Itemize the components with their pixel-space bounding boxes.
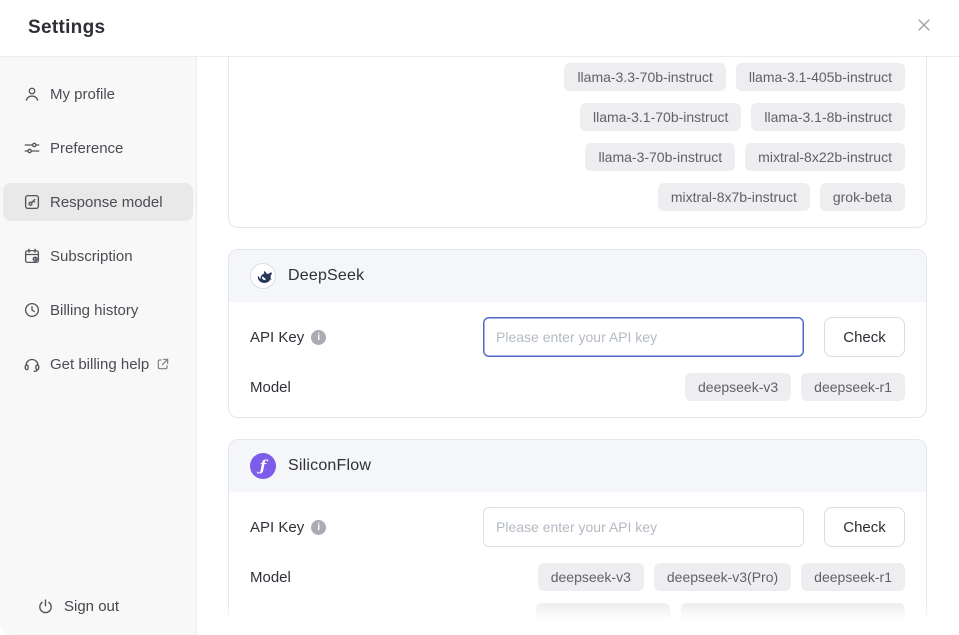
sliders-icon (22, 139, 41, 158)
model-chip[interactable]: mixtral-8x7b-instruct (658, 183, 810, 211)
model-chip[interactable]: deepseek-v3 (685, 373, 791, 401)
sidebar-item-label: Response model (50, 194, 163, 211)
sidebar-item-subscription[interactable]: Subscription (3, 237, 193, 275)
dialog-header: Settings (0, 0, 959, 57)
model-row: Model deepseek-v3 deepseek-r1 (250, 372, 905, 402)
model-chip[interactable]: deepseek-r1 (801, 563, 905, 591)
model-label: Model (250, 379, 483, 396)
external-link-icon (156, 357, 170, 371)
model-chip[interactable]: llama-3.1-405b-instruct (736, 63, 905, 91)
sidebar-item-label: Get billing help (50, 356, 149, 373)
provider-card-clipped: llama-3.3-70b-instruct llama-3.1-405b-in… (228, 57, 927, 228)
model-chip-partial[interactable] (536, 603, 670, 631)
api-key-label: API Key i (250, 519, 483, 536)
close-icon[interactable] (913, 14, 935, 36)
deepseek-logo-icon (250, 263, 276, 289)
sidebar-item-my-profile[interactable]: My profile (3, 75, 193, 113)
provider-header: DeepSeek (229, 250, 926, 302)
model-chip-row: deepseek-v3 deepseek-r1 (483, 373, 905, 401)
sidebar-item-response-model[interactable]: Response model (3, 183, 193, 221)
provider-header: ƒ SiliconFlow (229, 440, 926, 492)
model-chip[interactable]: deepseek-v3(Pro) (654, 563, 791, 591)
model-chip[interactable]: llama-3.1-70b-instruct (580, 103, 741, 131)
model-chip[interactable]: mixtral-8x22b-instruct (745, 143, 905, 171)
sidebar-item-label: Billing history (50, 302, 138, 319)
model-chip[interactable]: llama-3.3-70b-instruct (564, 63, 725, 91)
model-chip-row-partial (250, 603, 905, 631)
model-chip-row: mixtral-8x7b-instruct grok-beta (250, 183, 905, 211)
clock-icon (22, 301, 41, 320)
api-key-row: API Key i Check (250, 507, 905, 547)
calendar-icon (22, 247, 41, 266)
sign-out-button[interactable]: Sign out (0, 589, 196, 623)
model-chip-row: llama-3-70b-instruct mixtral-8x22b-instr… (250, 143, 905, 171)
api-key-label: API Key i (250, 329, 483, 346)
check-button[interactable]: Check (824, 507, 905, 547)
user-icon (22, 85, 41, 104)
model-chip-partial[interactable] (681, 603, 905, 631)
sign-out-label: Sign out (64, 598, 119, 615)
settings-dialog: Settings My profile Preference (0, 0, 959, 635)
settings-content: llama-3.3-70b-instruct llama-3.1-405b-in… (197, 57, 959, 635)
model-chip[interactable]: deepseek-v3 (538, 563, 644, 591)
api-key-row: API Key i Check (250, 317, 905, 357)
model-chip-row: llama-3.1-70b-instruct llama-3.1-8b-inst… (250, 103, 905, 131)
info-icon[interactable]: i (311, 330, 326, 345)
sidebar-item-get-billing-help[interactable]: Get billing help (3, 345, 193, 383)
power-icon (37, 598, 54, 615)
provider-name: DeepSeek (288, 267, 364, 285)
model-chip[interactable]: llama-3.1-8b-instruct (751, 103, 905, 131)
api-key-input[interactable] (483, 317, 804, 357)
key-icon (22, 193, 41, 212)
sidebar-item-billing-history[interactable]: Billing history (3, 291, 193, 329)
dialog-body: My profile Preference Response model Sub… (0, 57, 959, 635)
check-button[interactable]: Check (824, 317, 905, 357)
model-label: Model (250, 569, 483, 586)
siliconflow-logo-icon: ƒ (250, 453, 276, 479)
api-key-input[interactable] (483, 507, 804, 547)
sidebar-item-label: My profile (50, 86, 115, 103)
sidebar: My profile Preference Response model Sub… (0, 57, 197, 635)
provider-card-siliconflow: ƒ SiliconFlow API Key i Check (228, 439, 927, 635)
info-icon[interactable]: i (311, 520, 326, 535)
model-chip[interactable]: deepseek-r1 (801, 373, 905, 401)
provider-name: SiliconFlow (288, 457, 371, 475)
page-title: Settings (28, 17, 105, 39)
model-row: Model deepseek-v3 deepseek-v3(Pro) deeps… (250, 562, 905, 592)
model-chip-row: deepseek-v3 deepseek-v3(Pro) deepseek-r1 (483, 563, 905, 591)
model-chip-row: llama-3.3-70b-instruct llama-3.1-405b-in… (250, 63, 905, 91)
sidebar-item-label: Subscription (50, 248, 133, 265)
sidebar-item-preference[interactable]: Preference (3, 129, 193, 167)
provider-card-deepseek: DeepSeek API Key i Check Model (228, 249, 927, 418)
model-chip[interactable]: llama-3-70b-instruct (585, 143, 735, 171)
sidebar-item-label: Preference (50, 140, 123, 157)
model-chip[interactable]: grok-beta (820, 183, 905, 211)
headset-icon (22, 355, 41, 374)
provider-body: API Key i Check Model deepseek-v3 deepse… (229, 302, 926, 417)
provider-body: API Key i Check Model deepseek-v3 deepse… (229, 492, 926, 635)
